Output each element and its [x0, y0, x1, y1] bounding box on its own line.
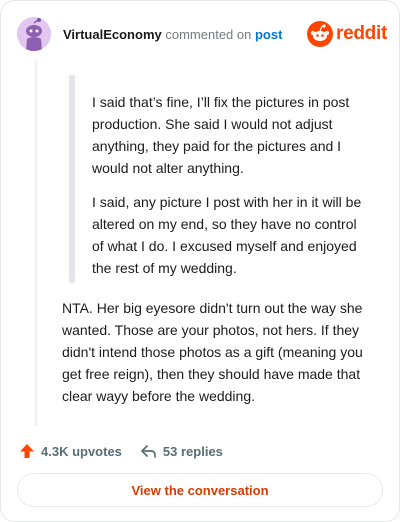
upvote-count: 4.3K upvotes — [41, 443, 122, 459]
comment-actions: 4.3K upvotes 53 replies — [19, 441, 223, 461]
quote-paragraph: I said that’s fine, I’ll fix the picture… — [92, 94, 350, 176]
upvote-arrow-icon — [20, 444, 34, 458]
username[interactable]: VirtualEconomy — [63, 27, 162, 42]
avatar[interactable] — [17, 17, 51, 51]
reply-count: 53 replies — [162, 443, 223, 459]
thread-line — [35, 61, 37, 426]
view-conversation-button[interactable]: View the conversation — [17, 473, 383, 507]
reply-arrow-icon — [141, 445, 156, 458]
logo-wordmark: reddit — [336, 23, 387, 44]
blockquote-bar — [69, 75, 75, 283]
comment-attribution: VirtualEconomy commented on post — [63, 27, 282, 42]
comment-card: VirtualEconomy commented on post reddit … — [0, 0, 400, 522]
replies-button[interactable]: 53 replies — [140, 443, 223, 459]
quote-paragraph: I said, any picture I post with her in i… — [92, 194, 362, 276]
comment-header: VirtualEconomy commented on post reddit — [17, 17, 387, 53]
reddit-logo[interactable]: reddit — [307, 21, 387, 47]
post-link[interactable]: post — [255, 27, 282, 42]
comment-body: NTA. Her big eyesore didn't turn out the… — [62, 300, 363, 404]
upvote-button[interactable]: 4.3K upvotes — [19, 443, 122, 459]
snoo-avatar-icon — [17, 17, 51, 51]
action-text: commented on — [165, 27, 252, 42]
quoted-text: I said that’s fine, I’ll fix the picture… — [92, 91, 372, 291]
reddit-alien-icon — [307, 21, 334, 47]
